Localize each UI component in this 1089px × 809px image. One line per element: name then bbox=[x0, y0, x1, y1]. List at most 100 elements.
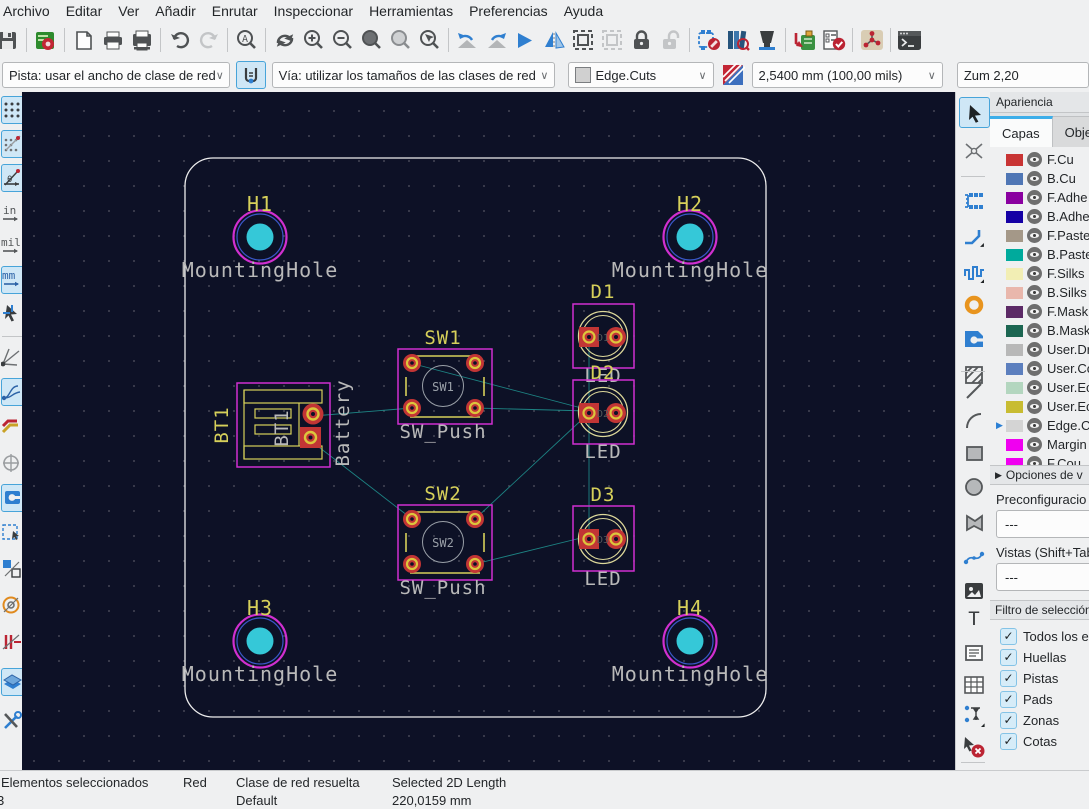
eye-icon[interactable] bbox=[1027, 304, 1042, 319]
net-inspector-icon[interactable] bbox=[857, 26, 886, 54]
layer-color-swatch[interactable] bbox=[1006, 400, 1023, 413]
save-icon[interactable] bbox=[0, 26, 22, 54]
footprint-h4[interactable]: H4 MountingHole bbox=[612, 596, 769, 686]
layer-color-swatch[interactable] bbox=[1006, 457, 1023, 465]
eye-icon[interactable] bbox=[1027, 266, 1042, 281]
layer-row[interactable]: F.Cu bbox=[990, 150, 1089, 169]
footprint-sw2[interactable]: SW2 SW2 SW_Push bbox=[397, 483, 493, 599]
footprint-h2[interactable]: H2 MountingHole bbox=[612, 192, 769, 282]
filter-item[interactable]: ✓ Pads bbox=[1000, 689, 1089, 710]
layer-color-swatch[interactable] bbox=[1006, 153, 1023, 166]
add-text-icon[interactable]: T bbox=[959, 604, 988, 633]
layer-color-swatch[interactable] bbox=[1006, 229, 1023, 242]
layer-row[interactable]: B.Silks bbox=[990, 283, 1089, 302]
layer-row[interactable]: F.Paste bbox=[990, 226, 1089, 245]
via-size-select[interactable]: Vía: utilizar los tamaños de las clases … bbox=[271, 62, 556, 88]
mirror-view-icon[interactable] bbox=[540, 26, 569, 54]
grid-overrides-icon[interactable] bbox=[1, 130, 22, 158]
units-mm-icon[interactable]: mm bbox=[1, 266, 22, 294]
footprint-d3[interactable]: D3 D3 LED bbox=[572, 484, 635, 590]
eye-icon[interactable] bbox=[1027, 399, 1042, 414]
ratsnest-lines-icon[interactable] bbox=[1, 344, 22, 370]
zoom-area-icon[interactable] bbox=[569, 26, 598, 54]
unlock-icon[interactable] bbox=[656, 26, 685, 54]
tune-length-icon[interactable] bbox=[959, 258, 988, 287]
pcb-canvas[interactable]: H1 MountingHole H2 MountingHole H3 Mount… bbox=[22, 92, 955, 770]
footprint-text-icon[interactable] bbox=[1, 556, 22, 582]
footprint-h1[interactable]: H1 MountingHole bbox=[182, 192, 339, 282]
checkbox-icon[interactable]: ✓ bbox=[1000, 691, 1017, 708]
print-icon[interactable] bbox=[98, 26, 127, 54]
menu-editar[interactable]: Editar bbox=[57, 3, 112, 19]
layer-row[interactable]: B.Paste bbox=[990, 245, 1089, 264]
layer-row[interactable]: User.Ec bbox=[990, 397, 1089, 416]
views-select[interactable]: --- bbox=[996, 563, 1089, 591]
layer-row[interactable]: B.Cu bbox=[990, 169, 1089, 188]
page-settings-icon[interactable] bbox=[69, 26, 98, 54]
draw-rectangle-icon[interactable] bbox=[959, 438, 988, 467]
eye-icon[interactable] bbox=[1027, 456, 1042, 465]
tab-objetos[interactable]: Objetos bbox=[1052, 116, 1089, 147]
draw-polygon-icon[interactable] bbox=[959, 508, 988, 537]
add-zone-icon[interactable] bbox=[959, 324, 988, 353]
add-via-icon[interactable] bbox=[959, 290, 988, 319]
local-ratsnest-icon[interactable] bbox=[959, 136, 988, 165]
layer-row[interactable]: F.Cou bbox=[990, 454, 1089, 465]
add-image-icon[interactable] bbox=[959, 576, 988, 605]
update-pcb-from-schematic-icon[interactable] bbox=[790, 26, 819, 54]
filter-item[interactable]: ✓ Todos los el bbox=[1000, 626, 1089, 647]
3d-viewer-icon[interactable] bbox=[752, 26, 781, 54]
menu-ver[interactable]: Ver bbox=[109, 3, 148, 19]
eye-icon[interactable] bbox=[1027, 228, 1042, 243]
layer-dim-icon[interactable] bbox=[1, 668, 22, 696]
layer-color-swatch[interactable] bbox=[1006, 362, 1023, 375]
eye-icon[interactable] bbox=[1027, 361, 1042, 376]
layer-row[interactable]: F.Silks bbox=[990, 264, 1089, 283]
layer-row[interactable]: ▶ Edge.Cu bbox=[990, 416, 1089, 435]
add-textbox-icon[interactable] bbox=[959, 638, 988, 667]
checkbox-icon[interactable]: ✓ bbox=[1000, 649, 1017, 666]
presets-select[interactable]: --- bbox=[996, 510, 1089, 538]
pad-fill-icon[interactable] bbox=[1, 450, 22, 476]
curved-ratsnest-icon[interactable] bbox=[1, 378, 22, 406]
footprint-d2[interactable]: D2 D2 LED bbox=[572, 362, 635, 463]
layer-color-swatch[interactable] bbox=[1006, 191, 1023, 204]
board-setup-icon[interactable] bbox=[31, 26, 60, 54]
filter-item[interactable]: ✓ Pistas bbox=[1000, 668, 1089, 689]
eye-icon[interactable] bbox=[1027, 418, 1042, 433]
layer-color-swatch[interactable] bbox=[1006, 172, 1023, 185]
add-dimension-icon[interactable] bbox=[959, 700, 988, 729]
pad-numbers-icon[interactable] bbox=[1, 484, 22, 512]
draw-bezier-icon[interactable] bbox=[959, 542, 988, 571]
flip-board-icon[interactable] bbox=[511, 26, 540, 54]
layer-row[interactable]: B.Adhe bbox=[990, 207, 1089, 226]
plot-icon[interactable] bbox=[127, 26, 156, 54]
zoom-out-icon[interactable] bbox=[328, 26, 357, 54]
eye-icon[interactable] bbox=[1027, 285, 1042, 300]
layer-color-swatch[interactable] bbox=[1006, 210, 1023, 223]
filter-item[interactable]: ✓ Zonas bbox=[1000, 710, 1089, 731]
filter-item[interactable]: ✓ Cotas bbox=[1000, 731, 1089, 752]
layer-row[interactable]: User.Dr bbox=[990, 340, 1089, 359]
eye-icon[interactable] bbox=[1027, 380, 1042, 395]
auto-track-width-toggle[interactable] bbox=[236, 61, 266, 89]
footprint-bt1[interactable]: BT1 BT1 Battery bbox=[211, 379, 354, 468]
redo-icon[interactable] bbox=[194, 26, 223, 54]
eye-icon[interactable] bbox=[1027, 152, 1042, 167]
options-bar[interactable]: ▶ Opciones de v bbox=[990, 465, 1089, 485]
tools-icon[interactable] bbox=[1, 708, 22, 734]
menu-ayuda[interactable]: Ayuda bbox=[555, 3, 612, 19]
zoom-in-icon[interactable] bbox=[299, 26, 328, 54]
zoom-select[interactable]: Zum 2,20 bbox=[956, 62, 1089, 88]
footprint-sw1[interactable]: SW1 SW1 SW_Push bbox=[397, 327, 493, 443]
footprint-checker-icon[interactable] bbox=[694, 26, 723, 54]
checkbox-icon[interactable]: ✓ bbox=[1000, 733, 1017, 750]
back-icon[interactable] bbox=[453, 26, 482, 54]
layer-color-swatch[interactable] bbox=[1006, 343, 1023, 356]
track-fill-icon[interactable] bbox=[1, 414, 22, 440]
grid-visibility-icon[interactable] bbox=[1, 96, 22, 124]
eye-icon[interactable] bbox=[1027, 247, 1042, 262]
draw-circle-icon[interactable] bbox=[959, 472, 988, 501]
eye-icon[interactable] bbox=[1027, 209, 1042, 224]
select-tool-icon[interactable] bbox=[959, 97, 990, 128]
